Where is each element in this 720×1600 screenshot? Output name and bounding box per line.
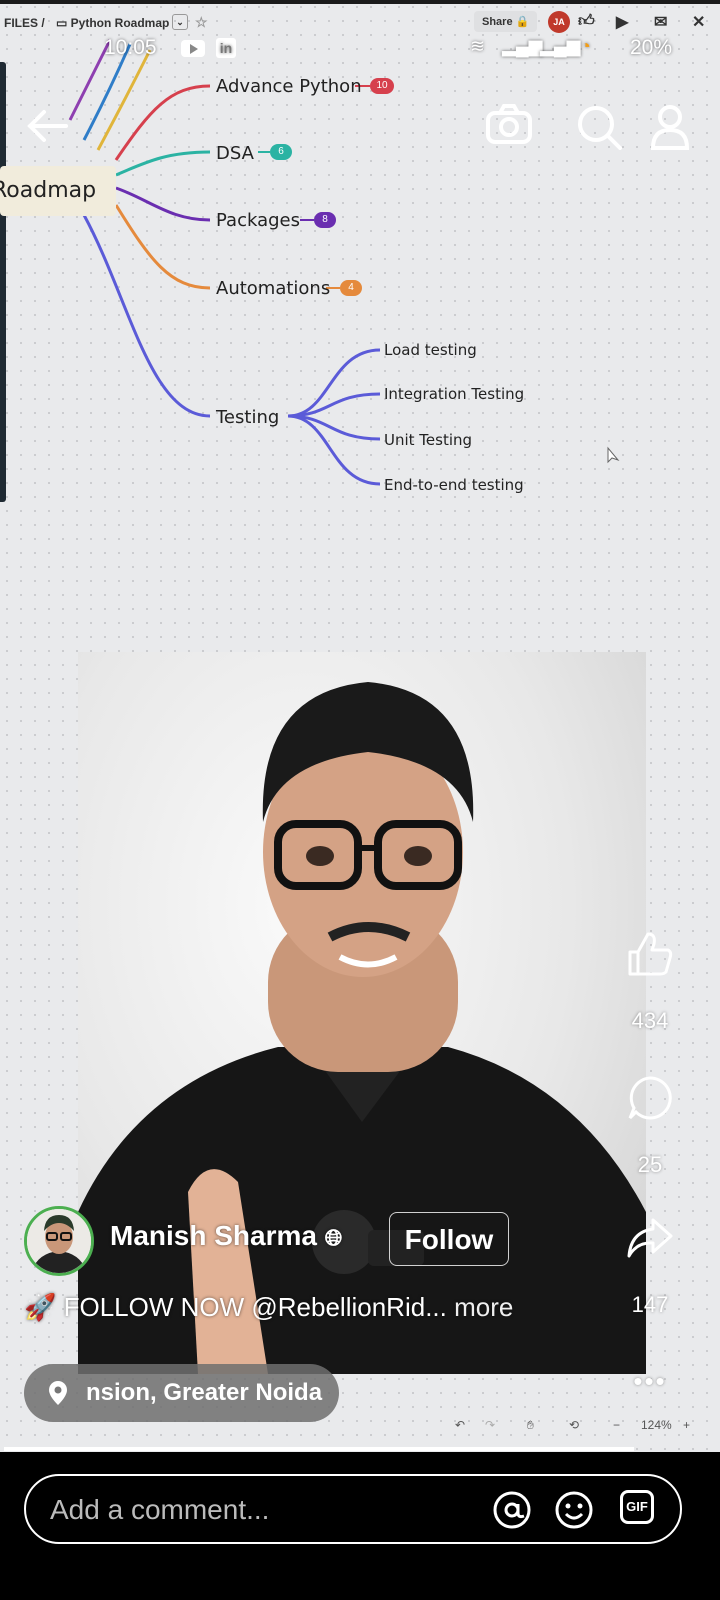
presenter-figure: [78, 682, 646, 1374]
battery-percent: 20%: [630, 36, 673, 59]
profile-icon[interactable]: [650, 104, 690, 150]
comment-count: 25: [637, 1152, 663, 1177]
subnode-integration-testing[interactable]: Integration Testing: [384, 385, 524, 403]
reel-caption[interactable]: 🚀 FOLLOW NOW @RebellionRid... more: [24, 1292, 513, 1323]
reels-top-bar: [0, 98, 720, 158]
whiteboard-background: FILES / ▭ Python Roadmap ⌄ ☆ Share 🔒 JA …: [0, 0, 720, 1482]
caption-more-link[interactable]: more: [454, 1292, 513, 1322]
follow-button[interactable]: Follow: [389, 1212, 509, 1266]
gif-button[interactable]: GIF: [620, 1490, 654, 1524]
location-tag[interactable]: nsion, Greater Noida: [24, 1364, 339, 1422]
wifi-icon: ≋: [470, 36, 486, 56]
like-count: 434: [631, 1008, 669, 1033]
branch-count-badge: 10: [370, 78, 394, 94]
location-pin-icon: [49, 1381, 67, 1405]
branch-count-badge: 4: [340, 280, 362, 296]
status-time: 10:05: [104, 36, 157, 59]
comment-action[interactable]: 25: [620, 1074, 680, 1178]
signal-icon: ▂▄▆: [540, 36, 581, 56]
like-action[interactable]: 434: [620, 930, 680, 1034]
subnode-unit-testing[interactable]: Unit Testing: [384, 431, 472, 449]
caption-text: FOLLOW NOW @RebellionRid...: [63, 1292, 447, 1322]
signal-icon: ▂▄▆: [502, 36, 543, 56]
branch-advance-python[interactable]: Advance Python: [216, 76, 362, 97]
presenter-video[interactable]: [78, 652, 646, 1374]
comment-placeholder: Add a comment...: [50, 1494, 270, 1525]
history-icon[interactable]: ⟲: [569, 1412, 579, 1438]
youtube-notification-icon: [181, 40, 205, 57]
branch-packages[interactable]: Packages: [216, 210, 300, 231]
mindmap-root-node[interactable]: Roadmap: [0, 166, 116, 216]
thumbs-up-icon[interactable]: [626, 930, 674, 978]
branch-automations[interactable]: Automations: [216, 278, 330, 299]
more-options-icon[interactable]: •••: [620, 1366, 680, 1397]
branch-testing[interactable]: Testing: [216, 407, 279, 428]
search-icon[interactable]: [576, 104, 622, 150]
linkedin-notification-icon: in: [216, 38, 236, 58]
comment-input[interactable]: Add a comment... GIF: [24, 1474, 682, 1544]
redo-icon[interactable]: ↷: [485, 1412, 495, 1438]
camera-icon[interactable]: [486, 104, 532, 144]
author-photo: [27, 1209, 91, 1273]
share-arrow-icon[interactable]: [625, 1214, 675, 1262]
branch-count-badge: 8: [314, 212, 336, 228]
author-avatar[interactable]: [24, 1206, 94, 1276]
globe-icon: 🌐︎: [324, 1225, 343, 1250]
video-progress-bar[interactable]: [4, 1447, 634, 1451]
author-name[interactable]: Manish Sharma 🌐︎: [110, 1220, 342, 1252]
location-text: nsion, Greater Noida: [86, 1379, 323, 1406]
hand-tool-icon[interactable]: ✋︎: [527, 1412, 534, 1438]
share-action[interactable]: 147: [620, 1214, 680, 1318]
subnode-end-to-end-testing[interactable]: End-to-end testing: [384, 476, 524, 494]
phone-status-bar: 10:05 in ≋ ▂▄▆ ▂▄▆ ◔ 20%: [0, 30, 720, 66]
root-node-label: Roadmap: [0, 178, 97, 203]
comment-bar: Add a comment... GIF: [0, 1452, 720, 1600]
zoom-in-button[interactable]: +: [683, 1412, 690, 1438]
author-name-text: Manish Sharma: [110, 1220, 317, 1251]
battery-ring-icon: ◔: [580, 36, 591, 56]
share-count: 147: [631, 1292, 669, 1317]
subnode-load-testing[interactable]: Load testing: [384, 341, 477, 359]
back-arrow-icon[interactable]: [26, 108, 70, 144]
emoji-icon[interactable]: [554, 1490, 594, 1530]
mention-icon[interactable]: [492, 1490, 532, 1530]
comment-bubble-icon[interactable]: [626, 1074, 674, 1122]
rocket-icon: 🚀: [24, 1292, 57, 1322]
whiteboard-zoom-toolbar: ↶ ↷ ✋︎ ⟲ − 124% +: [455, 1412, 705, 1440]
zoom-out-button[interactable]: −: [613, 1412, 620, 1438]
zoom-level: 124%: [641, 1418, 672, 1432]
undo-icon[interactable]: ↶: [455, 1412, 465, 1438]
